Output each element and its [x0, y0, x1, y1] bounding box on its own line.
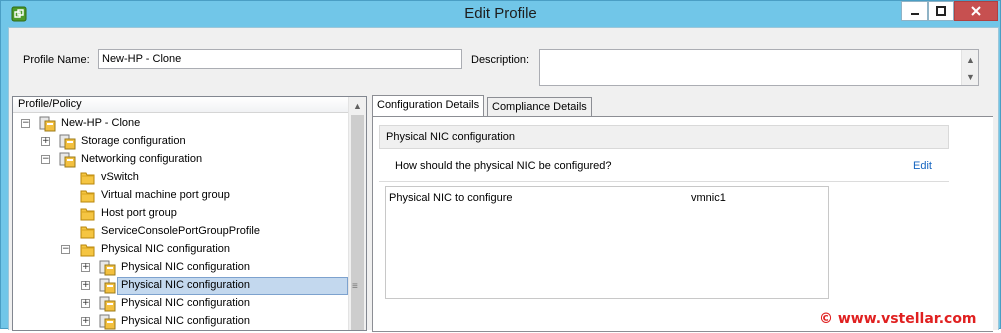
tree-item-label: vSwitch [101, 171, 139, 183]
tree-item[interactable]: + Physical NIC configuration [13, 277, 349, 295]
tree-item-label: Physical NIC configuration [121, 261, 251, 273]
tree-item[interactable]: vSwitch [13, 169, 349, 187]
folder-icon [79, 188, 96, 204]
tree-item[interactable]: − Networking configuration [13, 151, 349, 169]
profile-name-input[interactable]: New-HP - Clone [98, 49, 462, 69]
window-title: Edit Profile [464, 5, 537, 22]
tree-item[interactable]: Host port group [13, 205, 349, 223]
tree-item-label: ServiceConsolePortGroupProfile [101, 225, 260, 237]
policy-icon [59, 152, 76, 168]
tree-scrollbar[interactable]: ▲ ≡ [348, 97, 366, 330]
config-question: How should the physical NIC be configure… [395, 160, 612, 172]
tree-item-label: Physical NIC configuration [101, 243, 231, 255]
section-header: Physical NIC configuration [379, 125, 949, 149]
nic-field-label: Physical NIC to configure [389, 192, 513, 204]
tree-item[interactable]: + Storage configuration [13, 133, 349, 151]
scroll-down-arrow-icon[interactable]: ▼ [962, 68, 979, 85]
expand-icon[interactable]: + [81, 263, 90, 272]
tree-item-label: New-HP - Clone [61, 117, 141, 129]
description-scrollbar[interactable]: ▲ ▼ [961, 50, 978, 85]
divider [379, 181, 949, 182]
minimize-icon [910, 13, 919, 15]
edit-profile-window: Edit Profile Profile Name: New-HP - Clon… [0, 0, 1001, 332]
policy-icon [99, 278, 116, 294]
tree-scroll-thumb[interactable] [351, 115, 364, 330]
profile-name-value: New-HP - Clone [102, 53, 182, 65]
tree-scroll-up-icon[interactable]: ▲ [349, 97, 366, 114]
description-textarea[interactable]: ▲ ▼ [539, 49, 979, 86]
collapse-icon[interactable]: − [61, 245, 70, 254]
maximize-icon [936, 6, 946, 16]
profile-name-label: Profile Name: [23, 54, 90, 66]
collapse-icon[interactable]: − [21, 119, 30, 128]
tree-item[interactable]: + Physical NIC configuration [13, 259, 349, 277]
tree-item[interactable]: + Physical NIC configuration [13, 295, 349, 313]
tree-item[interactable]: Virtual machine port group [13, 187, 349, 205]
scroll-grip-icon: ≡ [352, 281, 358, 292]
expand-icon[interactable]: + [81, 281, 90, 290]
folder-icon [79, 170, 96, 186]
tab-configuration-details[interactable]: Configuration Details [372, 95, 485, 116]
folder-icon [79, 224, 96, 240]
tree-item-label: Physical NIC configuration [121, 279, 251, 291]
policy-icon [99, 296, 116, 312]
policy-icon [59, 134, 76, 150]
folder-icon [79, 242, 96, 258]
tree-item-label: Physical NIC configuration [121, 297, 251, 309]
nic-detail-box: Physical NIC to configure vmnic1 [385, 186, 829, 299]
maximize-button[interactable] [928, 1, 954, 21]
folder-icon [79, 206, 96, 222]
scroll-up-arrow-icon[interactable]: ▲ [962, 51, 979, 68]
close-icon [971, 6, 981, 16]
tab-compliance-details-label: Compliance Details [492, 101, 587, 113]
host-profile-icon [39, 116, 56, 132]
description-label: Description: [471, 54, 530, 66]
minimize-button[interactable] [901, 1, 928, 21]
expand-icon[interactable]: + [81, 317, 90, 326]
expand-icon[interactable]: + [81, 299, 90, 308]
tree-item-label: Host port group [101, 207, 177, 219]
details-panel: Physical NIC configuration How should th… [372, 116, 993, 332]
tree-column-header[interactable]: Profile/Policy [13, 97, 349, 113]
tree-item[interactable]: − Physical NIC configuration [13, 241, 349, 259]
edit-link[interactable]: Edit [913, 160, 932, 172]
tree-item-label: Networking configuration [81, 153, 203, 165]
policy-icon [99, 260, 116, 276]
tab-compliance-details[interactable]: Compliance Details [487, 97, 592, 116]
tree-item-label: Virtual machine port group [101, 189, 230, 201]
nic-field-value: vmnic1 [691, 192, 726, 204]
policy-icon [99, 314, 116, 330]
title-bar[interactable]: Edit Profile [1, 1, 1000, 27]
profile-policy-tree[interactable]: Profile/Policy − New-HP - Clone + Storage c… [12, 96, 367, 331]
tree-item-label: Storage configuration [81, 135, 186, 147]
tree-item[interactable]: + Physical NIC configuration [13, 313, 349, 331]
dialog-body: Profile Name: New-HP - Clone Description… [8, 27, 999, 332]
tab-configuration-details-label: Configuration Details [377, 99, 480, 111]
tree-item[interactable]: − New-HP - Clone [13, 115, 349, 133]
collapse-icon[interactable]: − [41, 155, 50, 164]
expand-icon[interactable]: + [41, 137, 50, 146]
tree-item[interactable]: ServiceConsolePortGroupProfile [13, 223, 349, 241]
tree-item-label: Physical NIC configuration [121, 315, 251, 327]
watermark: © www.vstellar.com [819, 311, 977, 327]
close-button[interactable] [954, 1, 998, 21]
